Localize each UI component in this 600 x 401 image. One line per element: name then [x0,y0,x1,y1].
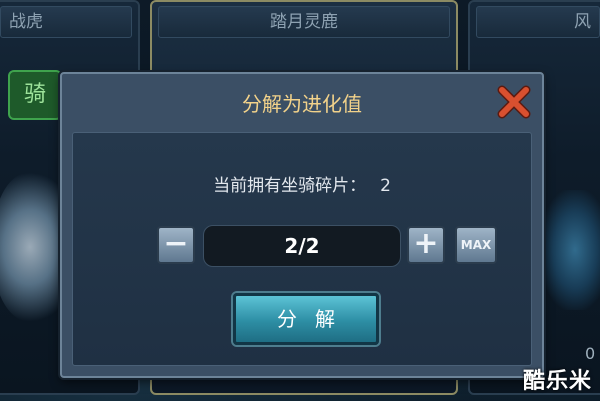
quantity-field[interactable]: 2/2 [203,225,401,267]
close-button[interactable] [496,84,532,120]
stamp-icon: 骑 [8,70,62,120]
dialog-body: 当前拥有坐骑碎片： 2 − 2/2 + MAX 分解 [72,132,532,366]
crystal-image [540,190,600,310]
max-button[interactable]: MAX [455,226,497,264]
fragment-info: 当前拥有坐骑碎片： 2 [73,171,531,196]
card-title: 风 [476,6,600,38]
decompose-dialog: 分解为进化值 当前拥有坐骑碎片： 2 − 2/2 + MAX 分解 [60,72,544,378]
increase-button[interactable]: + [407,226,445,264]
fragment-count: 2 [380,176,391,196]
card-title: 踏月灵鹿 [158,6,450,38]
fragment-label: 当前拥有坐骑碎片： [213,176,367,196]
decrease-button[interactable]: − [157,226,195,264]
card-title: 战虎 [0,6,132,38]
watermark-text: 酷乐米 [522,369,592,394]
dialog-title: 分解为进化值 [242,92,362,116]
side-number: 0 [585,344,596,363]
decompose-button[interactable]: 分解 [233,293,379,345]
close-x-icon [497,85,531,119]
